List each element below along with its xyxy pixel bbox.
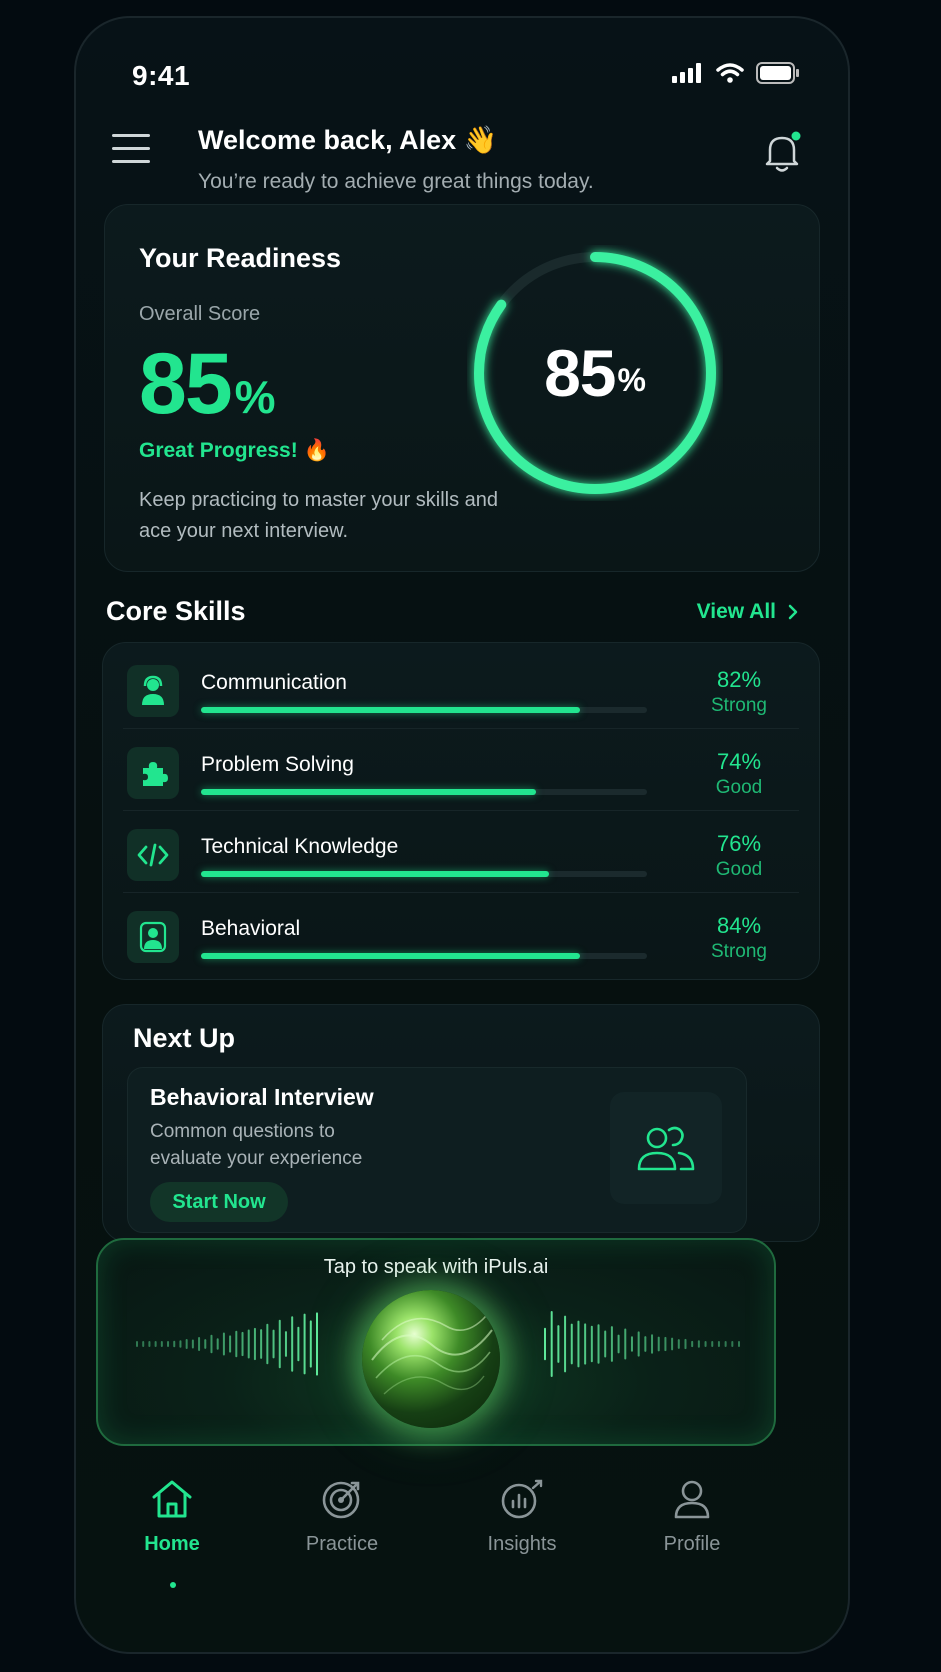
skill-bar-fill bbox=[201, 789, 536, 795]
user-icon bbox=[674, 1480, 710, 1519]
status-bar: 9:41 bbox=[76, 18, 848, 108]
tab-label: Home bbox=[144, 1533, 200, 1555]
notification-button[interactable] bbox=[762, 130, 802, 174]
next-up-card: Next Up Behavioral Interview Common ques… bbox=[102, 1004, 820, 1242]
voice-prompt: Tap to speak with iPuls.ai bbox=[323, 1256, 549, 1278]
skill-level: Good bbox=[715, 859, 763, 880]
skill-name: Technical Knowledge bbox=[201, 835, 399, 858]
start-now-button[interactable]: Start Now bbox=[150, 1182, 288, 1222]
ring-score-unit: % bbox=[617, 361, 646, 398]
puzzle-icon bbox=[127, 747, 179, 799]
voice-assistant-panel[interactable]: Tap to speak with iPuls.ai bbox=[96, 1238, 776, 1446]
skill-level: Strong bbox=[711, 941, 767, 962]
wifi-icon bbox=[716, 63, 744, 83]
skill-row-problem-solving[interactable]: Problem Solving 74% Good bbox=[103, 729, 819, 811]
target-icon bbox=[322, 1481, 360, 1519]
battery-icon bbox=[756, 62, 799, 84]
welcome-subtitle: You’re ready to achieve great things tod… bbox=[198, 170, 594, 193]
skill-bar-track bbox=[201, 707, 647, 713]
tab-profile[interactable]: Profile bbox=[632, 1478, 752, 1556]
overall-score: 85% bbox=[139, 335, 276, 434]
overall-score-value: 85 bbox=[139, 336, 233, 432]
menu-line bbox=[112, 147, 150, 150]
skill-bar-track bbox=[201, 953, 647, 959]
tab-label: Insights bbox=[487, 1533, 557, 1555]
skills-list: Communication 82% Strong Problem Solving… bbox=[102, 642, 820, 980]
skill-value: 84% bbox=[716, 913, 762, 938]
signal-icon bbox=[672, 63, 701, 83]
menu-button[interactable] bbox=[112, 134, 150, 166]
status-time: 9:41 bbox=[132, 60, 191, 91]
skill-level: Strong bbox=[711, 695, 767, 716]
code-icon bbox=[127, 829, 179, 881]
voice-orb[interactable] bbox=[362, 1290, 500, 1428]
skill-bar-track bbox=[201, 789, 647, 795]
skill-bar-fill bbox=[201, 707, 581, 713]
skill-name: Behavioral bbox=[201, 917, 301, 940]
status-icons bbox=[672, 62, 800, 84]
view-all-label: View All bbox=[696, 600, 776, 623]
ring-score-value: 85 bbox=[544, 336, 616, 410]
insights-icon bbox=[501, 1479, 543, 1519]
tab-label: Profile bbox=[663, 1533, 721, 1555]
readiness-description: Keep practicing to master your skills an… bbox=[139, 489, 499, 542]
person-badge-icon bbox=[127, 911, 179, 963]
home-icon bbox=[152, 1480, 192, 1518]
bell-icon bbox=[765, 131, 801, 172]
welcome-title: Welcome back, Alex 👋 bbox=[198, 125, 498, 155]
view-all-link[interactable]: View All bbox=[697, 600, 798, 624]
ring-score: 85% bbox=[467, 245, 723, 501]
skill-value: 76% bbox=[716, 831, 762, 856]
chevron-right-icon bbox=[788, 604, 798, 620]
skill-name: Communication bbox=[201, 671, 347, 694]
skill-bar-fill bbox=[201, 871, 549, 877]
menu-line bbox=[112, 134, 150, 137]
readiness-title: Your Readiness bbox=[139, 243, 342, 273]
headset-person-icon bbox=[127, 665, 179, 717]
overall-score-unit: % bbox=[234, 371, 276, 423]
skill-bar-fill bbox=[201, 953, 581, 959]
phone-frame: 9:41 Welcome back, Alex 👋 You’re ready t… bbox=[74, 16, 850, 1654]
next-up-item[interactable]: Behavioral Interview Common questions to… bbox=[127, 1067, 747, 1233]
skill-name: Problem Solving bbox=[201, 753, 354, 776]
skill-row-technical-knowledge[interactable]: Technical Knowledge 76% Good bbox=[103, 811, 819, 893]
waveform-right-icon bbox=[544, 1311, 740, 1377]
skill-value: 82% bbox=[716, 667, 762, 692]
waveform-left-icon bbox=[136, 1312, 318, 1376]
tab-practice[interactable]: Practice bbox=[282, 1478, 402, 1556]
next-up-description: Common questions to evaluate your experi… bbox=[150, 1121, 363, 1169]
next-up-heading: Behavioral Interview bbox=[150, 1084, 374, 1110]
skill-value: 74% bbox=[716, 749, 762, 774]
progress-status: Great Progress! 🔥 bbox=[139, 439, 330, 462]
orb-swirl-icon bbox=[371, 1315, 493, 1395]
tab-insights[interactable]: Insights bbox=[462, 1478, 582, 1556]
people-icon bbox=[610, 1092, 722, 1204]
active-tab-indicator bbox=[170, 1582, 176, 1588]
core-skills-title: Core Skills bbox=[106, 596, 246, 626]
tab-label: Practice bbox=[305, 1533, 379, 1555]
skill-level: Good bbox=[715, 777, 763, 798]
readiness-card: Your Readiness Overall Score 85% Great P… bbox=[104, 204, 820, 572]
tab-bar: Home Practice Insights Profile bbox=[76, 1458, 848, 1652]
menu-line bbox=[112, 160, 150, 163]
skill-bar-track bbox=[201, 871, 647, 877]
tab-home[interactable]: Home bbox=[112, 1478, 232, 1556]
overall-score-label: Overall Score bbox=[139, 303, 261, 325]
next-up-title: Next Up bbox=[133, 1023, 236, 1053]
skill-row-behavioral[interactable]: Behavioral 84% Strong bbox=[103, 893, 819, 975]
skill-row-communication[interactable]: Communication 82% Strong bbox=[103, 647, 819, 729]
